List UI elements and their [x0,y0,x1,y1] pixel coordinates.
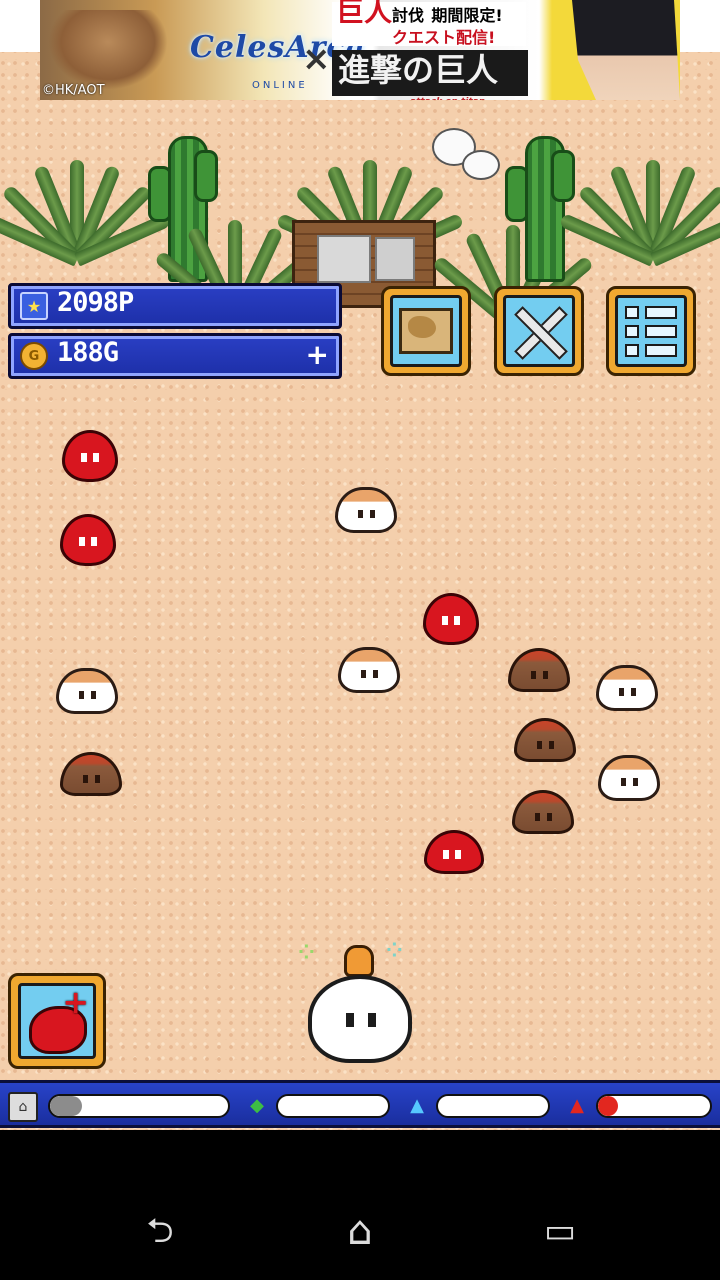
white-puff-creature[interactable] [56,668,118,714]
banner-character-art [572,0,680,100]
back-button[interactable]: ⮌ [130,1206,190,1256]
add-gold-button[interactable]: + [306,338,329,372]
red-slime[interactable] [423,593,479,645]
gauge-fill [598,1096,618,1116]
list-menu-button[interactable] [606,286,696,376]
agave-plant-left [0,140,172,267]
pet-body [308,975,412,1063]
crossed-swords-icon [511,303,568,360]
feed-plus-icon: + [62,983,89,1021]
white-puff-creature[interactable] [335,487,397,533]
banner-collab-title: 進撃の巨人 attack on titan [332,50,528,100]
agave-plant-right [558,140,720,267]
red-slime[interactable] [424,830,484,874]
skull-bones [432,124,504,186]
battle-button[interactable] [494,286,584,376]
sparkle-icon: ⁘ [298,940,315,964]
game-field[interactable]: CelesArca ONLINE × 巨人討伐 期間限定! クエスト配信! 進撃… [0,0,720,1130]
cleanliness-gauge [48,1094,230,1118]
banner-game-logo-sub: ONLINE [252,80,308,91]
pet-sprout [344,945,374,977]
banner-promo-subjugation: 討伐 [392,6,425,25]
banner-copyright: ©HK/AOT [42,83,105,98]
banner-promo: 巨人討伐 期間限定! クエスト配信! [332,0,526,47]
water-gauge [436,1094,550,1118]
white-puff-creature[interactable] [596,665,658,711]
banner-promo-giant: 巨人 [336,0,393,28]
sparkle-icon: ⁘ [386,938,403,962]
map-icon [399,308,453,354]
recents-button[interactable]: ▭ [530,1206,590,1256]
house-icon: ⌂ [8,1092,38,1122]
map-button[interactable] [381,286,471,376]
lava-mound-creature[interactable] [508,648,570,692]
banner-cross: × [302,39,331,79]
player-pet[interactable] [308,945,412,1063]
fire-icon: ▲ [570,1094,584,1116]
list-icon [625,305,677,357]
lava-mound-creature[interactable] [514,718,576,762]
banner-ad[interactable]: CelesArca ONLINE × 巨人討伐 期間限定! クエスト配信! 進撃… [40,0,680,100]
star-icon: ★ [20,292,48,320]
gauge-fill [50,1096,83,1116]
feed-button[interactable]: + [8,973,106,1069]
red-slime[interactable] [60,514,116,566]
red-slime[interactable] [62,430,118,482]
white-puff-creature[interactable] [338,647,400,693]
banner-collab-subtitle: attack on titan [410,82,485,100]
system-nav-bar [0,1130,720,1280]
banner-promo-quest: クエスト配信! [392,28,496,47]
home-button[interactable]: ⌂ [330,1206,390,1256]
white-puff-creature[interactable] [598,755,660,801]
status-gauge-bar: ⌂ ◆ ▲ ▲ [0,1080,720,1128]
banner-promo-limited: 期間限定! [431,6,503,25]
leaf-drop-icon: ◆ [250,1094,264,1116]
nature-gauge [276,1094,390,1118]
gold-value: 188G [57,337,119,368]
banner-monster-art [48,10,168,90]
lava-mound-creature[interactable] [512,790,574,834]
points-display: ★ 2098P [8,283,342,329]
gold-display[interactable]: G 188G + [8,333,342,379]
cactus-right [505,136,575,282]
coin-icon: G [20,342,48,370]
water-drop-icon: ▲ [410,1094,424,1116]
lava-mound-creature[interactable] [60,752,122,796]
fire-gauge [596,1094,712,1118]
points-value: 2098P [57,287,134,318]
